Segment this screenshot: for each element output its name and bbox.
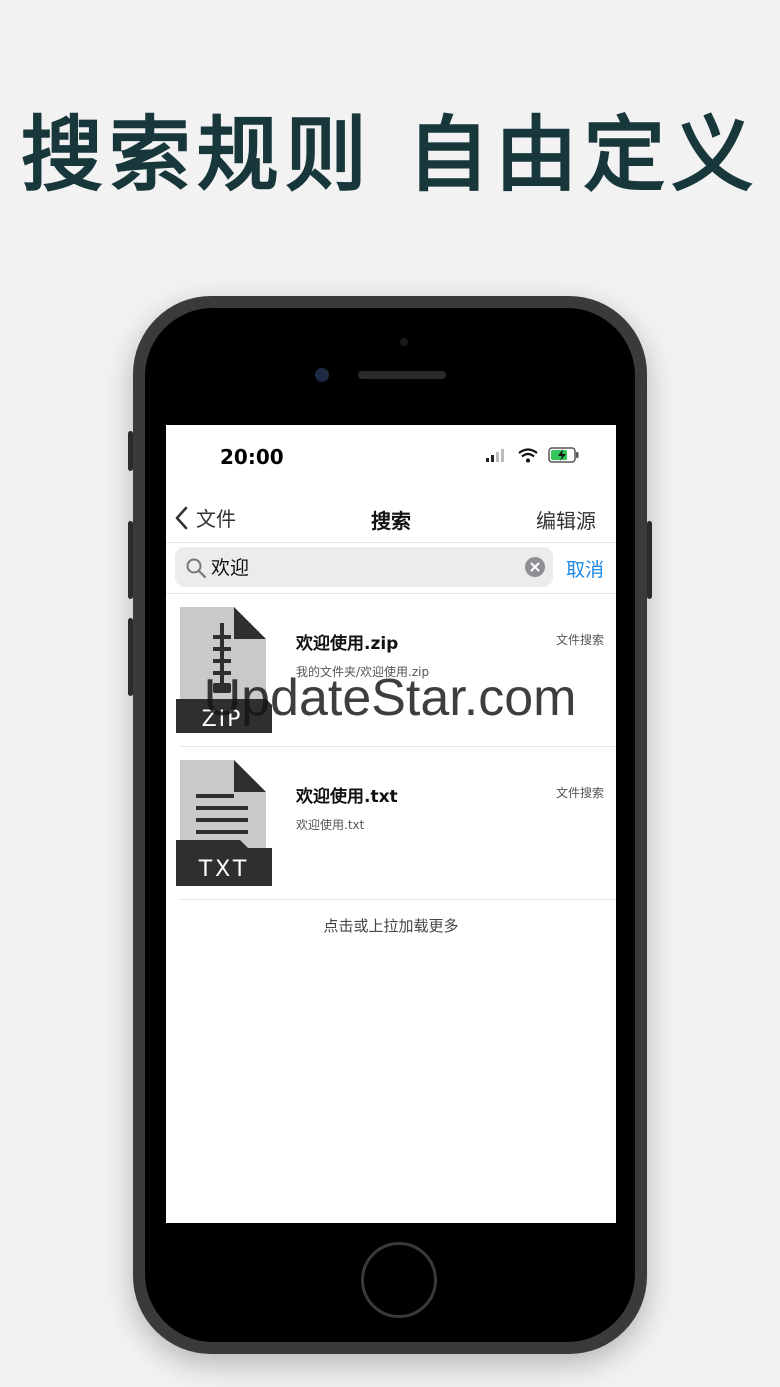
txt-file-icon: TXT xyxy=(176,760,272,886)
app-screen: 20:00 文件 搜索 编辑源 欢迎 取消 ZIP 欢迎使用.zip 我的文件夹… xyxy=(166,425,616,1223)
file-name: 欢迎使用.zip xyxy=(296,634,399,654)
search-divider xyxy=(166,593,616,594)
watermark: UpdateStar.com xyxy=(203,669,577,727)
txt-icon-label: TXT xyxy=(198,857,250,882)
proximity-sensor xyxy=(400,338,408,346)
list-item[interactable]: TXT 欢迎使用.txt 欢迎使用.txt 文件搜索 xyxy=(166,748,616,900)
mute-switch xyxy=(128,431,133,471)
edit-source-button[interactable]: 编辑源 xyxy=(536,505,596,534)
clear-search-icon[interactable] xyxy=(525,557,545,577)
home-button[interactable] xyxy=(361,1242,437,1318)
nav-divider xyxy=(166,542,616,543)
status-bar: 20:00 xyxy=(166,425,616,485)
row-divider xyxy=(180,746,616,747)
search-row: 取消 xyxy=(166,545,616,591)
headline: 搜索规则 自由定义 xyxy=(20,108,760,203)
row-divider xyxy=(180,899,616,900)
load-more-button[interactable]: 点击或上拉加载更多 xyxy=(166,915,616,936)
search-icon xyxy=(186,558,207,579)
status-icons xyxy=(486,447,580,463)
search-input[interactable] xyxy=(211,555,511,577)
nav-bar: 文件 搜索 编辑源 xyxy=(166,497,616,537)
earpiece-speaker xyxy=(358,371,446,379)
file-source-tag: 文件搜索 xyxy=(555,786,604,800)
status-time: 20:00 xyxy=(220,445,284,469)
cellular-signal-icon xyxy=(486,449,504,462)
file-path: 欢迎使用.txt xyxy=(296,818,365,832)
front-camera xyxy=(315,368,329,382)
file-source-tag: 文件搜索 xyxy=(555,633,604,647)
battery-charging-icon xyxy=(548,447,579,463)
wifi-icon xyxy=(518,447,538,462)
cancel-button[interactable]: 取消 xyxy=(566,555,604,582)
power-button xyxy=(647,521,652,599)
search-box[interactable] xyxy=(175,547,553,587)
file-name: 欢迎使用.txt xyxy=(296,787,398,807)
volume-up-button xyxy=(128,521,133,599)
